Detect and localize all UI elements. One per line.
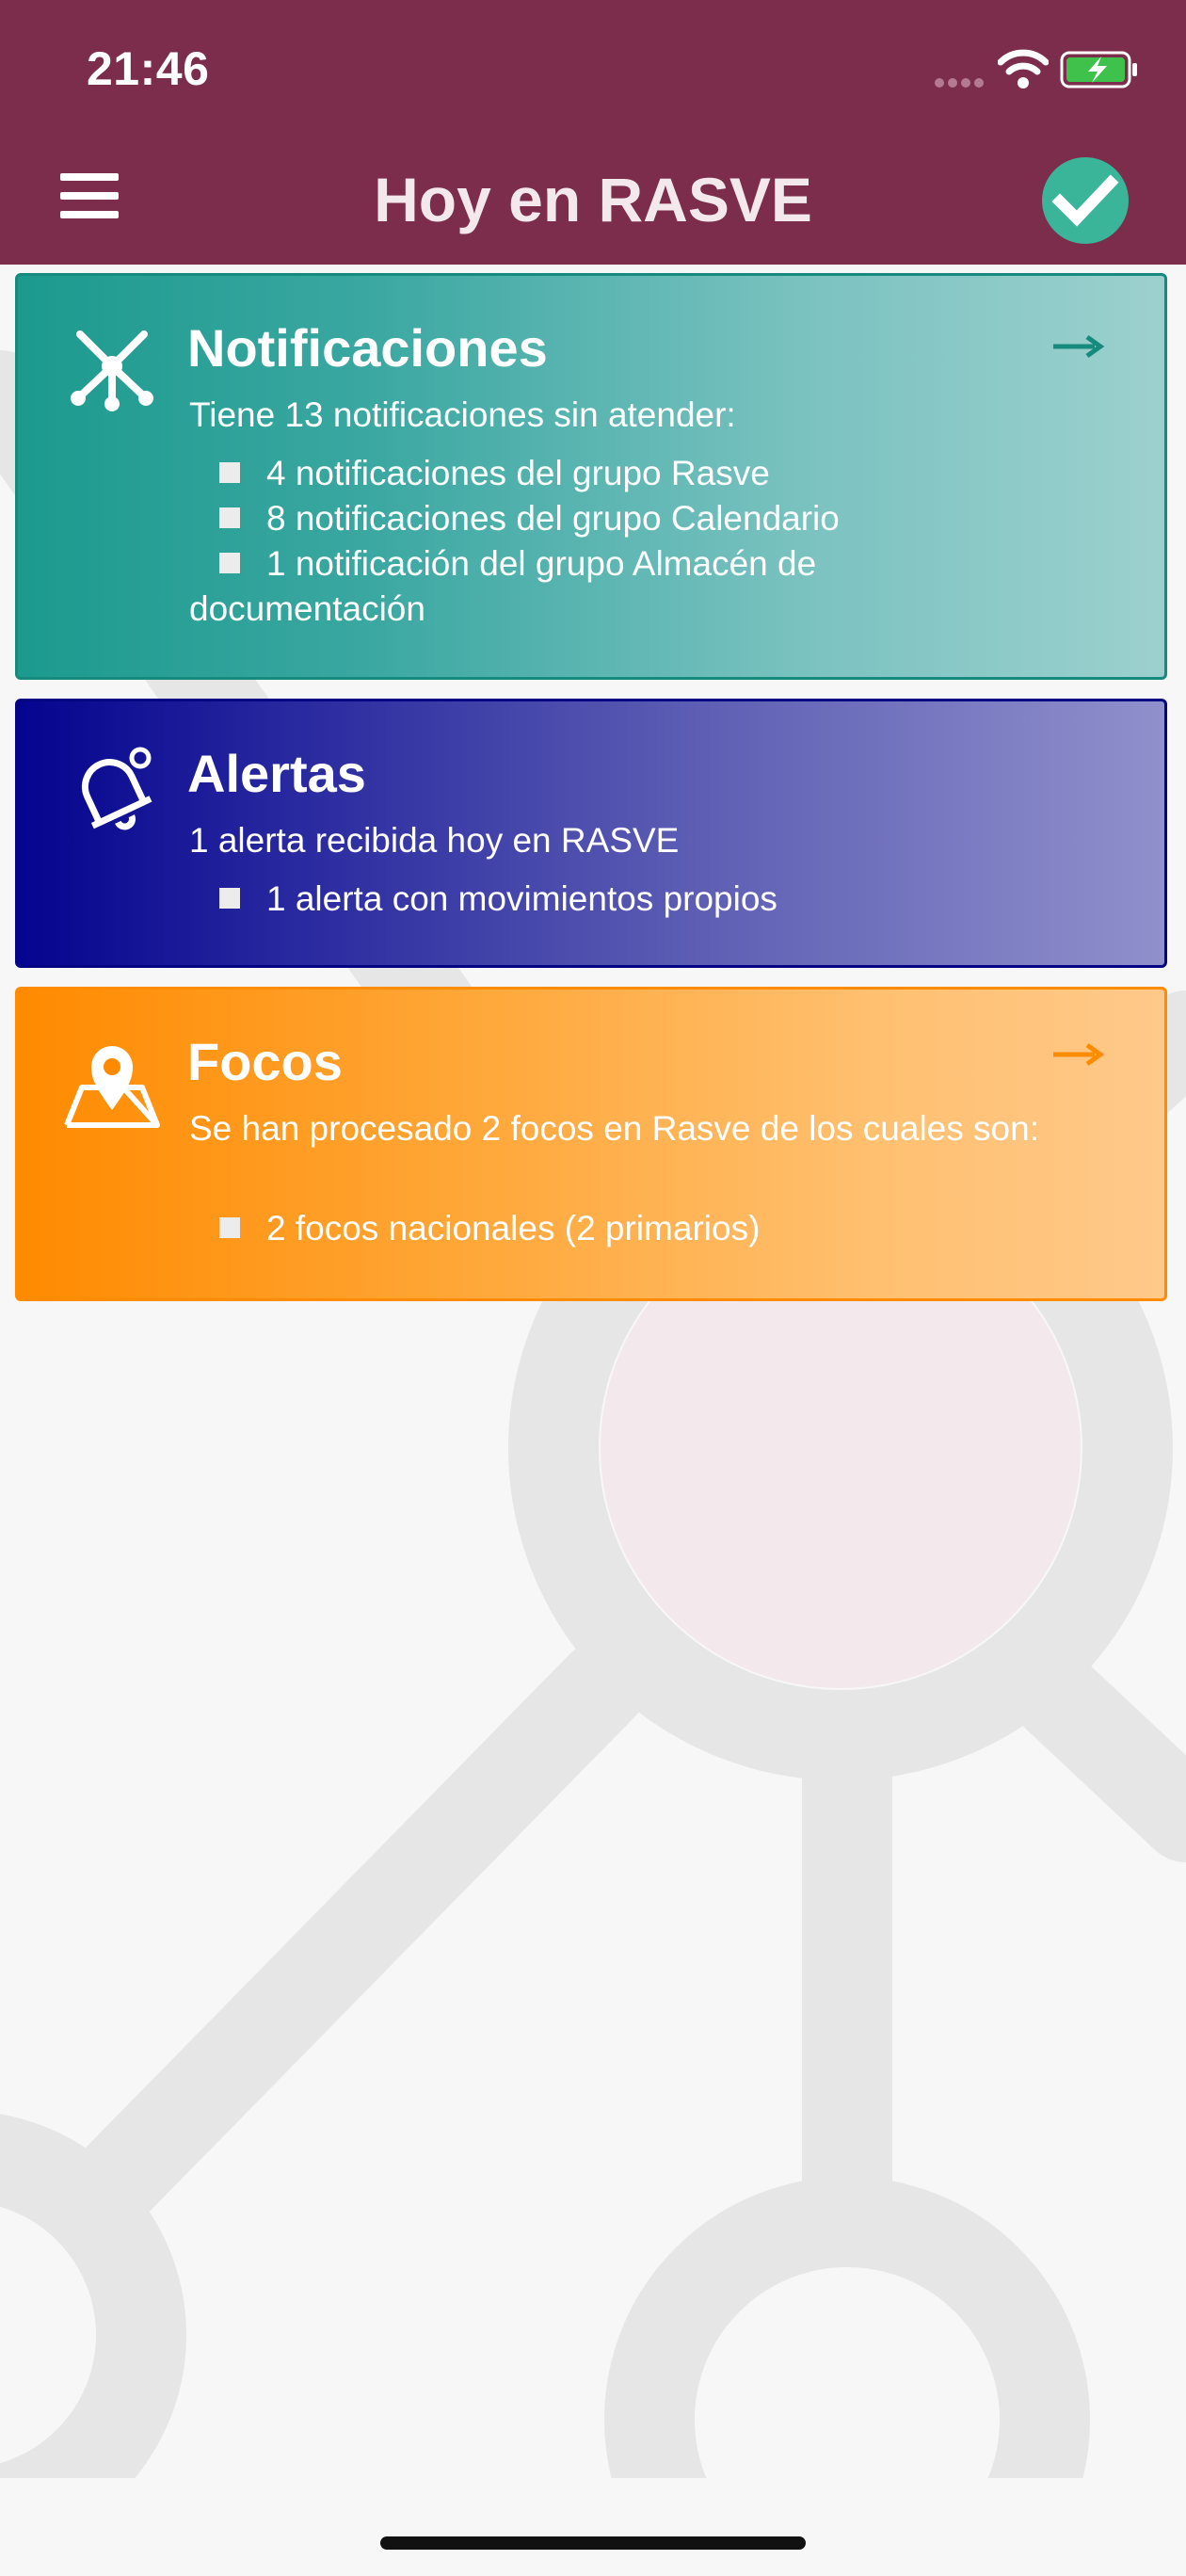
- bullet-icon: [219, 507, 240, 528]
- confirm-button[interactable]: [1041, 156, 1130, 245]
- app-header: 21:46 Hoy en RASVE: [0, 0, 1186, 265]
- card-title: Notificaciones: [187, 318, 548, 378]
- bell-icon: [81, 747, 152, 830]
- notificaciones-card[interactable]: Notificaciones Tiene 13 notificaciones s…: [15, 273, 1167, 680]
- list-item: 8 notificaciones del grupo Calendario: [189, 496, 1093, 541]
- card-subtitle: 1 alerta recibida hoy en RASVE: [189, 821, 680, 860]
- battery-charging-icon: [1060, 51, 1137, 89]
- list-item: 4 notificaciones del grupo Rasve: [189, 451, 1093, 496]
- card-title: Focos: [187, 1032, 343, 1091]
- list-item: 1 alerta con movimientos propios: [189, 877, 1093, 922]
- cellular-signal-icon: [935, 78, 984, 88]
- list-item-continuation: documentación: [189, 589, 425, 628]
- page-title: Hoy en RASVE: [374, 165, 812, 234]
- bullet-icon: [219, 462, 240, 483]
- focos-card[interactable]: Focos Se han procesado 2 focos en Rasve …: [15, 987, 1167, 1301]
- list-item: 1 notificación del grupo Almacén de: [189, 541, 1093, 587]
- bullet-icon: [219, 888, 240, 909]
- arrow-right-icon[interactable]: [1050, 332, 1106, 361]
- alertas-card[interactable]: Alertas 1 alerta recibida hoy en RASVE 1…: [15, 699, 1167, 968]
- bullet-icon: [219, 1217, 240, 1238]
- bullet-icon: [219, 553, 240, 573]
- app-screen: 21:46 Hoy en RASVE Notificaciones Tiene …: [0, 0, 1186, 2576]
- wifi-icon: [998, 49, 1049, 89]
- card-title: Alertas: [187, 744, 366, 803]
- card-item-list: 2 focos nacionales (2 primarios): [189, 1206, 1093, 1251]
- status-time: 21:46: [87, 42, 210, 95]
- card-subtitle: Se han procesado 2 focos en Rasve de los…: [189, 1109, 1039, 1148]
- card-item-list: 4 notificaciones del grupo Rasve 8 notif…: [189, 451, 1093, 632]
- map-pin-icon: [64, 1046, 160, 1128]
- bottom-safe-area: [0, 2478, 1186, 2576]
- network-nodes-icon: [71, 330, 153, 411]
- card-subtitle: Tiene 13 notificaciones sin atender:: [189, 395, 736, 434]
- card-item-list: 1 alerta con movimientos propios: [189, 877, 1093, 922]
- arrow-right-icon[interactable]: [1050, 1040, 1106, 1069]
- check-circle-icon: [1042, 157, 1129, 244]
- list-item: 2 focos nacionales (2 primarios): [189, 1206, 1093, 1251]
- home-indicator[interactable]: [380, 2536, 806, 2550]
